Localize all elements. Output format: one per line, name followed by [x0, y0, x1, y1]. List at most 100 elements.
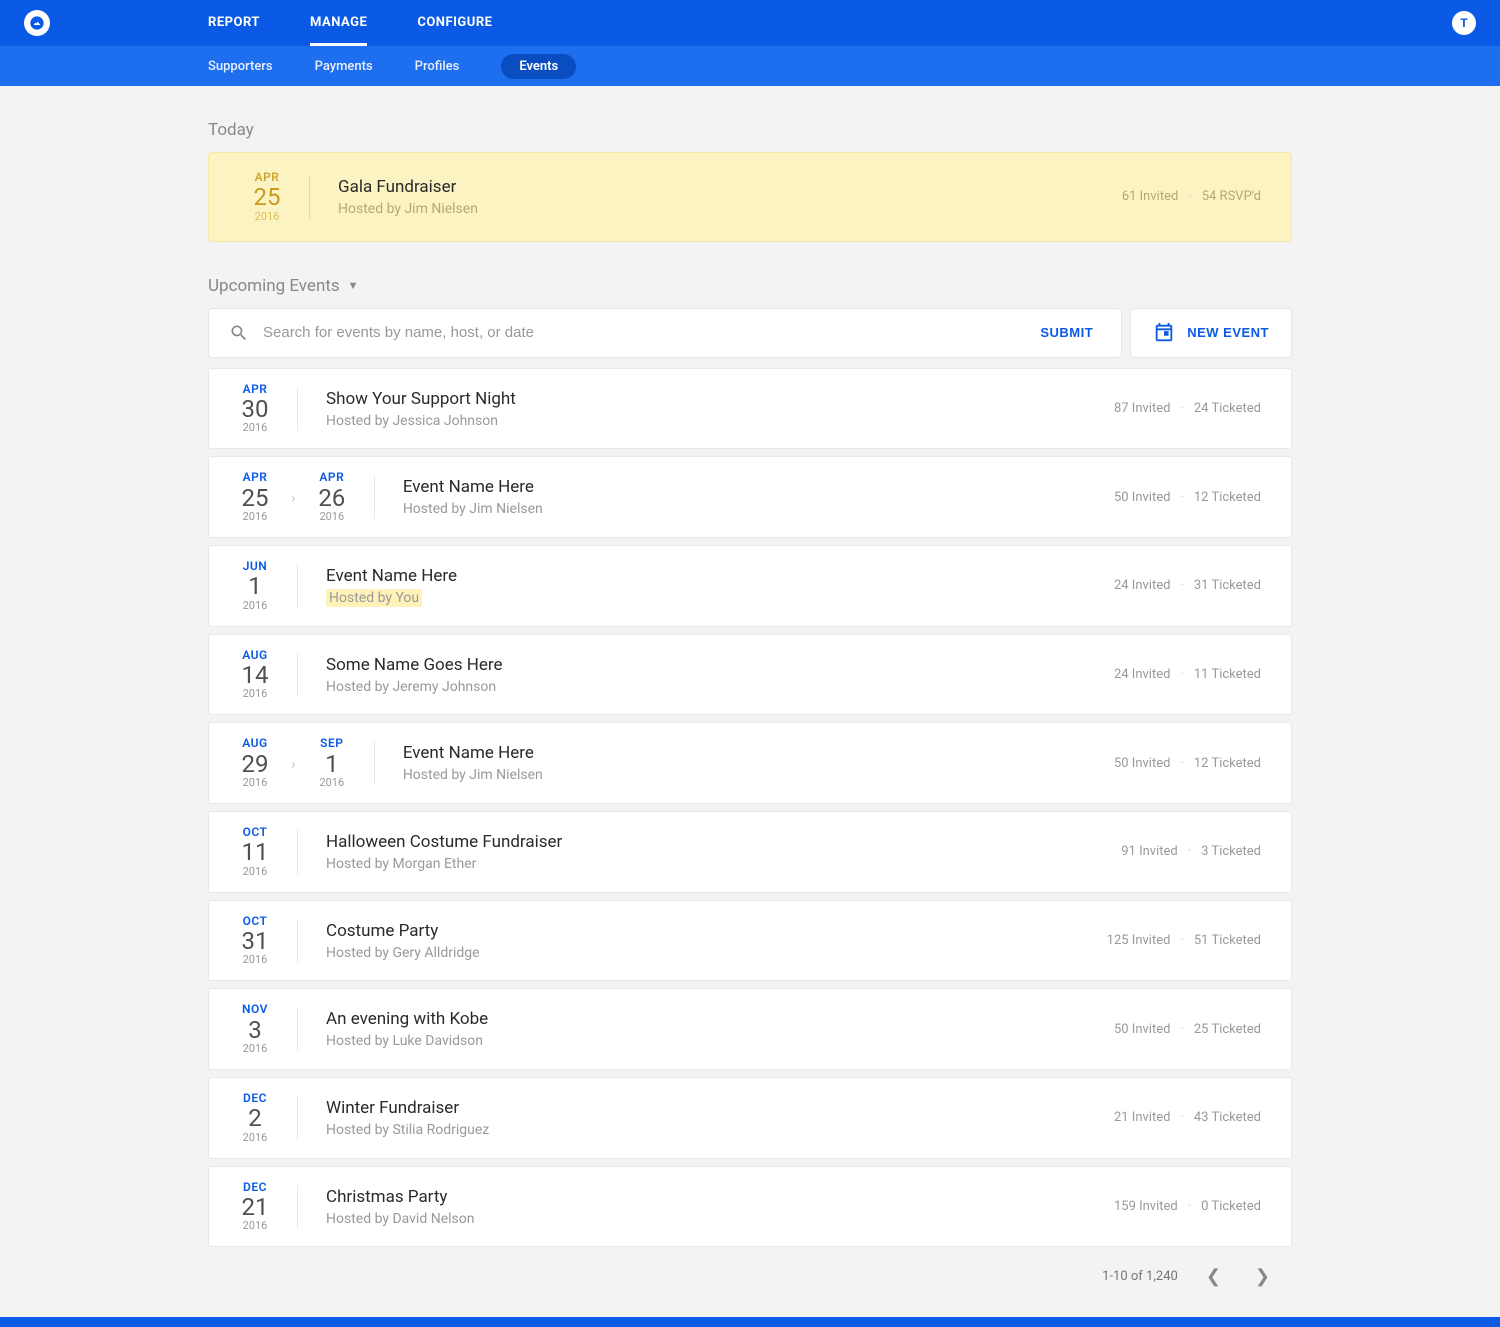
- date-month: NOV: [227, 1003, 283, 1016]
- upcoming-label: Upcoming Events: [208, 276, 340, 296]
- date-year: 2016: [227, 688, 283, 700]
- date-year: 2016: [227, 954, 283, 966]
- separator-dot: ·: [1180, 578, 1183, 593]
- date-year: 2016: [304, 777, 360, 789]
- date-range: DEC22016: [227, 1092, 283, 1144]
- date-month: APR: [304, 471, 360, 484]
- event-card[interactable]: OCT112016Halloween Costume FundraiserHos…: [208, 811, 1292, 893]
- submit-button[interactable]: SUBMIT: [1032, 325, 1101, 340]
- date-year: 2016: [227, 511, 283, 523]
- event-card[interactable]: OCT312016 Costume PartyHosted by Gery All…: [208, 900, 1292, 982]
- event-host: Hosted by You: [326, 590, 457, 606]
- prev-page-button[interactable]: ❮: [1200, 1264, 1227, 1289]
- date-block: DEC212016: [227, 1181, 283, 1233]
- chevron-down-icon: ▼: [348, 279, 359, 292]
- date-block: APR 25 2016: [239, 171, 295, 223]
- date-range: APR302016: [227, 383, 283, 435]
- event-title: Costume Party: [326, 921, 480, 941]
- event-title: Event Name Here: [403, 743, 543, 763]
- date-day: 11: [227, 839, 283, 865]
- subnav-payments[interactable]: Payments: [315, 59, 373, 74]
- event-stats: 125 Invited·51 Ticketed: [1107, 933, 1261, 948]
- divider: [297, 830, 298, 874]
- date-year: 2016: [304, 511, 360, 523]
- date-block: JUN12016: [227, 560, 283, 612]
- event-stats: 24 Invited·31 Ticketed: [1114, 578, 1261, 593]
- event-host: Hosted by Jim Nielsen: [403, 501, 543, 517]
- divider: [297, 1007, 298, 1051]
- event-stats: 91 Invited · 3 Ticketed: [1121, 844, 1261, 859]
- event-stats: 24 Invited·11 Ticketed: [1114, 667, 1261, 682]
- event-card[interactable]: JUN12016 Event Name Here Hosted by You 24 I…: [208, 545, 1292, 627]
- date-day: 29: [227, 751, 283, 777]
- date-year: 2016: [227, 422, 283, 434]
- search-icon: [229, 323, 249, 343]
- today-event-card[interactable]: APR 25 2016 Gala Fundraiser Hosted by Ji…: [208, 152, 1292, 242]
- ticketed-count: 3 Ticketed: [1201, 844, 1261, 859]
- date-day: 31: [227, 928, 283, 954]
- avatar[interactable]: T: [1452, 11, 1476, 35]
- upcoming-header[interactable]: Upcoming Events ▼: [208, 276, 1292, 296]
- rsvp-count: 54 RSVP'd: [1202, 189, 1261, 204]
- invited-count: 125 Invited: [1107, 933, 1171, 948]
- ticketed-count: 12 Ticketed: [1194, 756, 1261, 771]
- nav-configure[interactable]: CONFIGURE: [417, 0, 492, 46]
- date-year: 2016: [227, 1043, 283, 1055]
- date-day: 14: [227, 662, 283, 688]
- event-card[interactable]: NOV32016An evening with KobeHosted by Lu…: [208, 988, 1292, 1070]
- invited-count: 91 Invited: [1121, 844, 1178, 859]
- today-label: Today: [208, 120, 254, 140]
- date-day: 1: [304, 751, 360, 777]
- event-host: Hosted by Jim Nielsen: [338, 201, 478, 217]
- date-month: APR: [227, 383, 283, 396]
- event-card[interactable]: APR252016›APR262016Event Name HereHosted…: [208, 456, 1292, 538]
- event-stats: 50 Invited·12 Ticketed: [1114, 490, 1261, 505]
- event-info: Costume PartyHosted by Gery Alldridge: [326, 921, 480, 961]
- event-info: Show Your Support NightHosted by Jessica…: [326, 389, 516, 429]
- nav-report[interactable]: REPORT: [208, 0, 260, 46]
- search-row: SUBMIT NEW EVENT: [208, 308, 1292, 358]
- event-title: Event Name Here: [403, 477, 543, 497]
- date-month: SEP: [304, 737, 360, 750]
- ticketed-count: 12 Ticketed: [1194, 490, 1261, 505]
- event-info: Gala Fundraiser Hosted by Jim Nielsen: [338, 177, 478, 217]
- divider: [374, 475, 375, 519]
- date-month: AUG: [227, 737, 283, 750]
- date-block: OCT112016: [227, 826, 283, 878]
- date-month: OCT: [227, 915, 283, 928]
- subnav-profiles[interactable]: Profiles: [415, 59, 460, 74]
- nav-manage[interactable]: MANAGE: [310, 0, 367, 46]
- date-day: 1: [227, 573, 283, 599]
- main-content: Today APR 25 2016 Gala Fundraiser Hosted…: [208, 86, 1292, 1289]
- next-page-button[interactable]: ❯: [1249, 1264, 1276, 1289]
- event-card[interactable]: APR302016 Show Your Support NightHosted b…: [208, 368, 1292, 450]
- primary-nav: REPORT MANAGE CONFIGURE: [208, 0, 492, 46]
- event-info: An evening with KobeHosted by Luke David…: [326, 1009, 488, 1049]
- today-header: Today: [208, 120, 1292, 140]
- event-card[interactable]: AUG142016Some Name Goes HereHosted by Je…: [208, 634, 1292, 716]
- search-input[interactable]: [263, 324, 1032, 341]
- event-card[interactable]: DEC212016Christmas PartyHosted by David …: [208, 1166, 1292, 1248]
- footer-bar: [0, 1317, 1500, 1327]
- ticketed-count: 24 Ticketed: [1194, 401, 1261, 416]
- date-block: APR252016: [227, 471, 283, 523]
- event-title: Show Your Support Night: [326, 389, 516, 409]
- subnav-events[interactable]: Events: [501, 54, 576, 79]
- date-range: AUG142016: [227, 649, 283, 701]
- separator-dot: ·: [1188, 844, 1191, 859]
- event-title: Event Name Here: [326, 566, 457, 586]
- divider: [297, 653, 298, 697]
- calendar-icon: [1153, 322, 1175, 344]
- event-stats: 61 Invited · 54 RSVP'd: [1122, 189, 1261, 204]
- date-month: DEC: [227, 1181, 283, 1194]
- event-card[interactable]: AUG292016›SEP12016Event Name HereHosted …: [208, 722, 1292, 804]
- new-event-button[interactable]: NEW EVENT: [1130, 308, 1292, 358]
- subnav-supporters[interactable]: Supporters: [208, 59, 273, 74]
- invited-count: 50 Invited: [1114, 756, 1171, 771]
- event-stats: 50 Invited·25 Ticketed: [1114, 1022, 1261, 1037]
- event-host: Hosted by Morgan Ether: [326, 856, 562, 872]
- event-card[interactable]: DEC22016Winter FundraiserHosted by Stili…: [208, 1077, 1292, 1159]
- logo-icon[interactable]: [24, 10, 50, 36]
- date-day: 25: [239, 184, 295, 210]
- separator-dot: ·: [1180, 1022, 1183, 1037]
